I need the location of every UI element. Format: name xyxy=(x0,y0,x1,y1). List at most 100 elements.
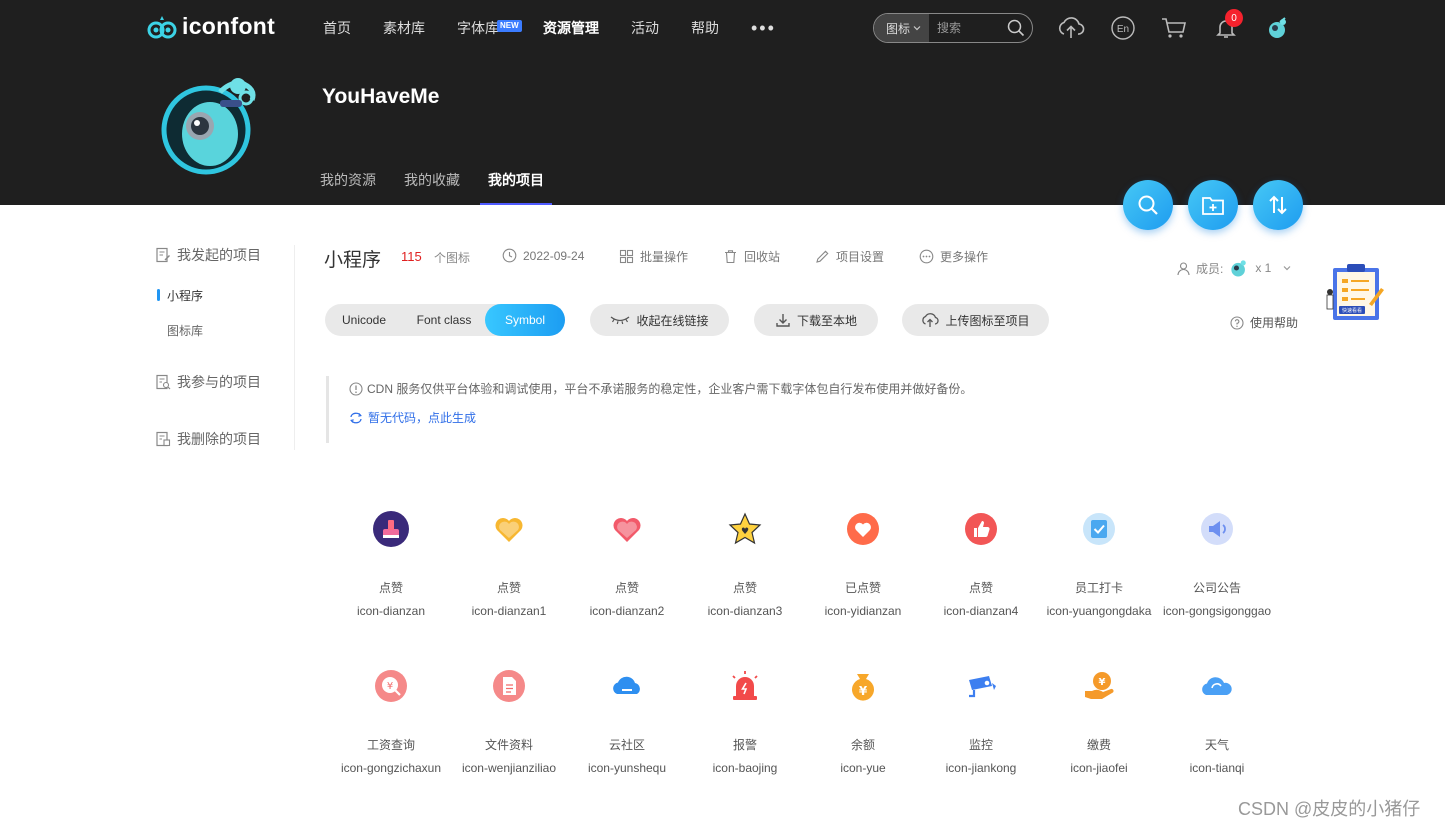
weather-cloud-icon xyxy=(1197,666,1237,706)
search-type-select[interactable]: 图标 xyxy=(874,14,930,42)
quick-look-illustration[interactable]: 快速看看 xyxy=(1325,262,1385,329)
icon-card[interactable]: 点赞 icon-dianzan xyxy=(332,502,450,621)
notifications-button[interactable]: 0 xyxy=(1212,9,1243,42)
nav-materials[interactable]: 素材库 xyxy=(383,18,425,38)
mode-font-class[interactable]: Font class xyxy=(403,304,485,336)
icon-card-name: 点赞 xyxy=(732,581,757,595)
logo[interactable]: iconfont xyxy=(146,13,275,40)
new-folder-fab-button[interactable] xyxy=(1188,180,1238,230)
sidebar-created-label: 我发起的项目 xyxy=(177,247,261,263)
alarm-icon xyxy=(725,666,765,706)
recycle-bin-button[interactable]: 回收站 xyxy=(723,248,780,265)
icon-card-code: icon-wenjianziliao xyxy=(461,761,557,775)
sidebar-joined-projects[interactable]: 我参与的项目 xyxy=(155,372,261,392)
nav-more-button[interactable]: ••• xyxy=(751,19,776,37)
icon-card-code: icon-baojing xyxy=(712,761,778,775)
language-button[interactable]: En xyxy=(1109,14,1137,42)
icon-card[interactable]: ¥ 缴费 icon-jiaofei xyxy=(1040,659,1158,778)
watermark: CSDN @皮皮的小猪仔 xyxy=(1238,799,1421,819)
icon-card[interactable]: 报警 icon-baojing xyxy=(686,659,804,778)
project-members[interactable]: 成员: x 1 xyxy=(1176,257,1292,279)
icon-card[interactable]: ¥ 余额 icon-yue xyxy=(804,659,922,778)
thumbs-up-icon xyxy=(961,509,1001,549)
cart-button[interactable] xyxy=(1160,14,1188,42)
payment-icon: ¥ xyxy=(1079,666,1119,706)
icon-card-code: icon-jiankong xyxy=(945,761,1017,775)
icon-card[interactable]: 点赞 icon-dianzan2 xyxy=(568,502,686,621)
mode-unicode[interactable]: Unicode xyxy=(325,304,403,336)
new-badge: NEW xyxy=(497,20,522,32)
sidebar-item-icon-library[interactable]: 图标库 xyxy=(167,322,203,339)
heart-circle-icon xyxy=(843,509,883,549)
search-button[interactable] xyxy=(1007,19,1025,37)
nav-activities[interactable]: 活动 xyxy=(631,18,659,38)
icon-card[interactable]: 员工打卡 icon-yuangongdaka xyxy=(1040,502,1158,621)
search-fab-button[interactable] xyxy=(1123,180,1173,230)
project-settings-label: 项目设置 xyxy=(836,250,885,264)
icon-card-code: icon-yidianzan xyxy=(824,604,902,618)
icon-card[interactable]: 已点赞 icon-yidianzan xyxy=(804,502,922,621)
avatar-icon xyxy=(1269,17,1286,38)
svg-text:En: En xyxy=(1117,24,1129,35)
icon-card[interactable]: 点赞 icon-dianzan1 xyxy=(450,502,568,621)
star-icon: ♥ xyxy=(725,509,765,549)
help-circle-icon xyxy=(1230,315,1244,330)
icon-card-name: 员工打卡 xyxy=(1074,581,1123,595)
mode-symbol[interactable]: Symbol xyxy=(485,304,565,336)
heart-icon xyxy=(489,509,529,549)
project-icon-count-unit: 个图标 xyxy=(434,251,471,265)
cdn-notice-line: CDN 服务仅供平台体验和调试使用，平台不承诺服务的稳定性，企业客户需下载字体包… xyxy=(349,380,1026,397)
generate-code-link[interactable]: 暂无代码，点此生成 xyxy=(349,409,1026,426)
usage-help-link[interactable]: 使用帮助 xyxy=(1230,314,1298,331)
batch-operation-button[interactable]: 批量操作 xyxy=(619,248,688,265)
icon-card[interactable]: ♥ 点赞 icon-dianzan3 xyxy=(686,502,804,621)
tab-my-resources[interactable]: 我的资源 xyxy=(320,170,376,204)
money-bag-icon: ¥ xyxy=(843,666,883,706)
icon-card[interactable]: 天气 icon-tianqi xyxy=(1158,659,1276,778)
announcement-icon xyxy=(1197,509,1237,549)
upload-to-project-button[interactable]: 上传图标至项目 xyxy=(902,304,1049,336)
nav-home[interactable]: 首页 xyxy=(323,18,351,38)
icon-card[interactable]: ¥ 工资查询 icon-gongzichaxun xyxy=(332,659,450,778)
profile-avatar xyxy=(161,78,256,175)
project-settings-button[interactable]: 项目设置 xyxy=(815,248,884,265)
icon-card[interactable]: 云社区 icon-yunshequ xyxy=(568,659,686,778)
icon-card[interactable]: 公司公告 icon-gongsigonggao xyxy=(1158,502,1276,621)
language-en-icon: En xyxy=(1111,16,1135,40)
upload-cloud-button[interactable] xyxy=(1057,14,1085,42)
user-avatar-button[interactable] xyxy=(1264,14,1292,42)
search-type-label: 图标 xyxy=(886,21,911,36)
icon-card[interactable]: 文件资料 icon-wenjianziliao xyxy=(450,659,568,778)
sidebar-item-miniprogram[interactable]: 小程序 xyxy=(156,287,203,304)
download-local-button[interactable]: 下载至本地 xyxy=(754,304,878,336)
icon-card-name: 余额 xyxy=(850,738,875,752)
icon-card-name: 监控 xyxy=(968,738,993,752)
icon-card[interactable]: 监控 icon-jiankong xyxy=(922,659,1040,778)
svg-text:¥: ¥ xyxy=(387,681,393,692)
sidebar-created-projects[interactable]: 我发起的项目 xyxy=(155,245,261,265)
icon-card[interactable]: 点赞 icon-dianzan4 xyxy=(922,502,1040,621)
tab-my-favorites[interactable]: 我的收藏 xyxy=(404,170,460,204)
nav-resources[interactable]: 资源管理 xyxy=(543,18,599,38)
sidebar-deleted-label: 我删除的项目 xyxy=(177,431,261,447)
nav-help[interactable]: 帮助 xyxy=(691,18,719,38)
clock-icon xyxy=(502,248,517,263)
nav-fonts[interactable]: 字体库 NEW xyxy=(457,18,522,38)
cdn-notice: CDN 服务仅供平台体验和调试使用，平台不承诺服务的稳定性，企业客户需下载字体包… xyxy=(326,376,1026,443)
project-sidebar: 我发起的项目 小程序 图标库 我参与的项目 我删除的项目 xyxy=(155,245,295,450)
icon-card-name: 已点赞 xyxy=(844,581,881,595)
sort-fab-button[interactable] xyxy=(1253,180,1303,230)
batch-operation-label: 批量操作 xyxy=(640,250,689,264)
icon-card-name: 云社区 xyxy=(608,738,645,752)
more-operations-button[interactable]: 更多操作 xyxy=(919,248,988,265)
tab-my-projects[interactable]: 我的项目 xyxy=(480,170,552,205)
code-mode-switch: Unicode Font class Symbol xyxy=(325,304,565,336)
project-date-text: 2022-09-24 xyxy=(523,248,585,263)
sidebar-deleted-projects[interactable]: 我删除的项目 xyxy=(155,429,261,449)
chevron-down-icon xyxy=(1283,266,1291,271)
refresh-icon xyxy=(350,412,362,423)
collapse-online-link-button[interactable]: 收起在线链接 xyxy=(590,304,729,336)
icon-card-name: 公司公告 xyxy=(1192,581,1241,595)
svg-text:¥: ¥ xyxy=(1099,677,1106,688)
search-input[interactable] xyxy=(937,21,1006,35)
